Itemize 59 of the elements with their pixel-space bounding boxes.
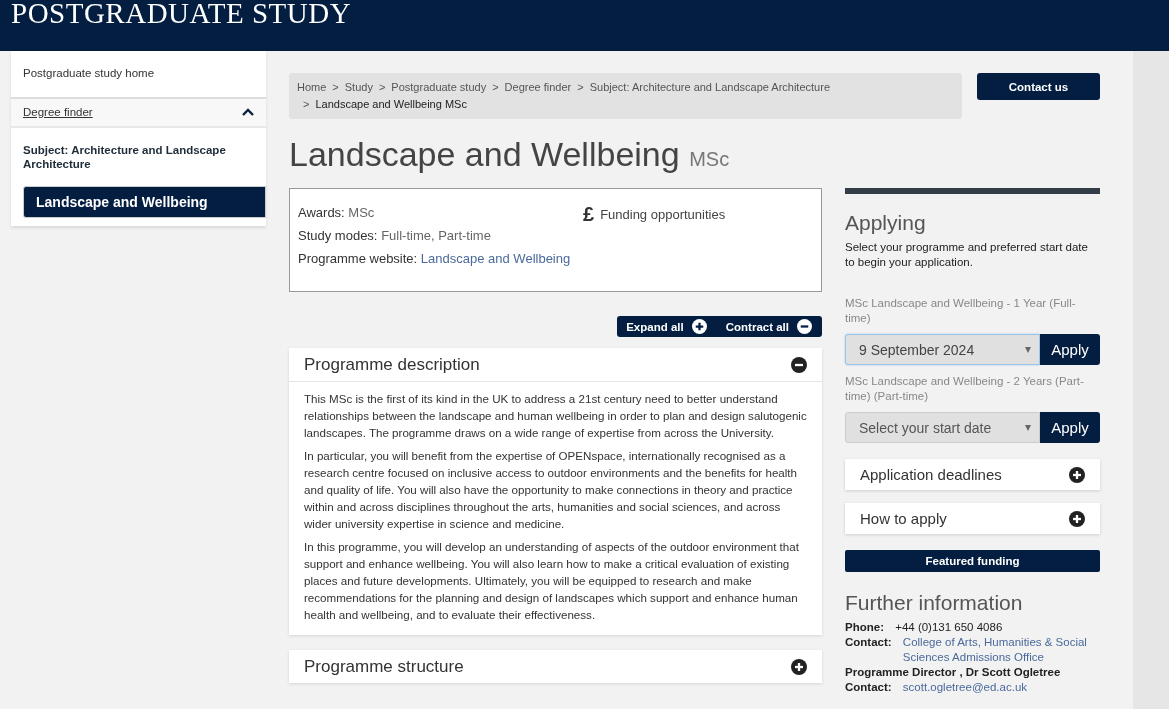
sidebar-item[interactable]: Subject: Architecture and Landscape Architecture: [11, 128, 266, 186]
contract-all-button[interactable]: Contract all: [716, 316, 816, 337]
breadcrumb-separator: >: [332, 81, 339, 93]
fact-label: Programme website:: [298, 251, 418, 266]
contact-link[interactable]: scott.ogletree@ed.ac.uk: [902, 680, 1028, 695]
award-label: MSc: [689, 148, 730, 170]
accordion-header[interactable]: How to apply: [845, 503, 1100, 534]
info-label: Contact:: [845, 680, 892, 695]
fact-label: Study modes:: [298, 228, 378, 243]
featured-funding-button[interactable]: Featured funding: [845, 550, 1100, 572]
breadcrumb-link[interactable]: Degree finder: [504, 81, 572, 93]
contact-link[interactable]: College of Arts, Humanities & Social Sciences Admissions Office: [902, 635, 1100, 665]
page-title: Landscape and Wellbeing: [289, 135, 680, 173]
plus-icon[interactable]: [1069, 510, 1085, 527]
apply-button[interactable]: Apply: [1040, 334, 1100, 365]
info-label: Contact:: [845, 635, 892, 650]
breadcrumb-link[interactable]: Home: [297, 81, 327, 93]
description-paragraph: In this programme, you will develop an understanding of aspects of the outdoor environment that support and enhance wellbeing. You will also learn how to make a critical evaluation of existing places and future developments. Ultimately, you will be equipped to research and make recommendations for the planning and design of landscapes which support and enhance human health and wellbeing, and to evaluate their effectiveness.: [304, 539, 800, 623]
fact-value: MSc: [348, 205, 375, 220]
applying-heading: Applying: [845, 211, 927, 235]
director-name: Programme Director , Dr Scott Ogletree: [845, 666, 1061, 678]
site-title: POSTGRADUATE STUDY: [10, 0, 352, 26]
breadcrumb-link[interactable]: Subject: Architecture and Landscape Architecture: [589, 81, 830, 93]
chevron-icon[interactable]: [242, 108, 254, 116]
minus-icon[interactable]: [797, 319, 812, 334]
sidebar-link[interactable]: Degree finder: [23, 106, 93, 118]
breadcrumb-separator: >: [378, 81, 386, 93]
accordion-header[interactable]: Application deadlines: [845, 459, 1100, 490]
breadcrumb-link[interactable]: Study: [344, 81, 373, 93]
breadcrumb-link[interactable]: Postgraduate study: [391, 81, 487, 93]
accordion-header[interactable]: Programme description: [289, 348, 822, 382]
programme-label: MSc Landscape and Wellbeing - 1 Year (Full-time): [845, 296, 1077, 326]
info-value: +44 (0)131 650 4086: [895, 620, 1003, 635]
contact-button[interactable]: Contact us: [977, 73, 1100, 100]
accordion-header[interactable]: Programme structure: [289, 650, 822, 683]
further-info-heading: Further information: [845, 591, 1024, 615]
pound-icon[interactable]: £: [583, 202, 595, 226]
fact-label: Awards:: [298, 205, 345, 220]
apply-button[interactable]: Apply: [1040, 412, 1100, 443]
description-paragraph: This MSc is the first of its kind in the UK to address a 21st century need to better understand relationships between the landscape and human wellbeing in order to plan and design salutogenic landscapes. The programme draws on a wide range of expertise from across the University.: [304, 391, 807, 441]
funding-link[interactable]: Funding opportunities: [600, 206, 726, 222]
breadcrumb-separator: >: [303, 98, 310, 110]
website-link[interactable]: Landscape and Wellbeing: [420, 251, 571, 266]
description-paragraph: In particular, you will benefit from the expertise of OPENspace, internationally recognised as a research centre focused on inclusive access to outdoor environments and the benefits for health and quality of life. You will also have the opportunity to make connections in theory and practice within and across disciplines throughout the arts, humanities and social sciences, and across wider university expertise in science and medicine.: [304, 448, 799, 532]
breadcrumb-separator: >: [492, 81, 499, 93]
plus-icon[interactable]: [691, 319, 707, 334]
expand-all-button[interactable]: Expand all: [617, 316, 711, 337]
minus-icon[interactable]: [791, 357, 807, 373]
sidebar-item[interactable]: Landscape and Wellbeing: [23, 186, 266, 218]
applying-intro: Select your programme and preferred start date to begin your application.: [845, 240, 1089, 270]
sidebar-item[interactable]: Degree finder: [11, 99, 266, 128]
start-date-select[interactable]: Select your start date: [845, 412, 1040, 443]
plus-icon[interactable]: [791, 659, 807, 675]
breadcrumb-separator: >: [577, 81, 584, 93]
programme-label: MSc Landscape and Wellbeing - 2 Years (Part-time) (Part-time): [845, 374, 1085, 404]
info-label: Phone:: [845, 620, 884, 635]
plus-icon[interactable]: [1069, 466, 1085, 483]
fact-value: Full-time, Part-time: [381, 228, 491, 243]
start-date-select[interactable]: 9 September 2024: [845, 334, 1040, 365]
